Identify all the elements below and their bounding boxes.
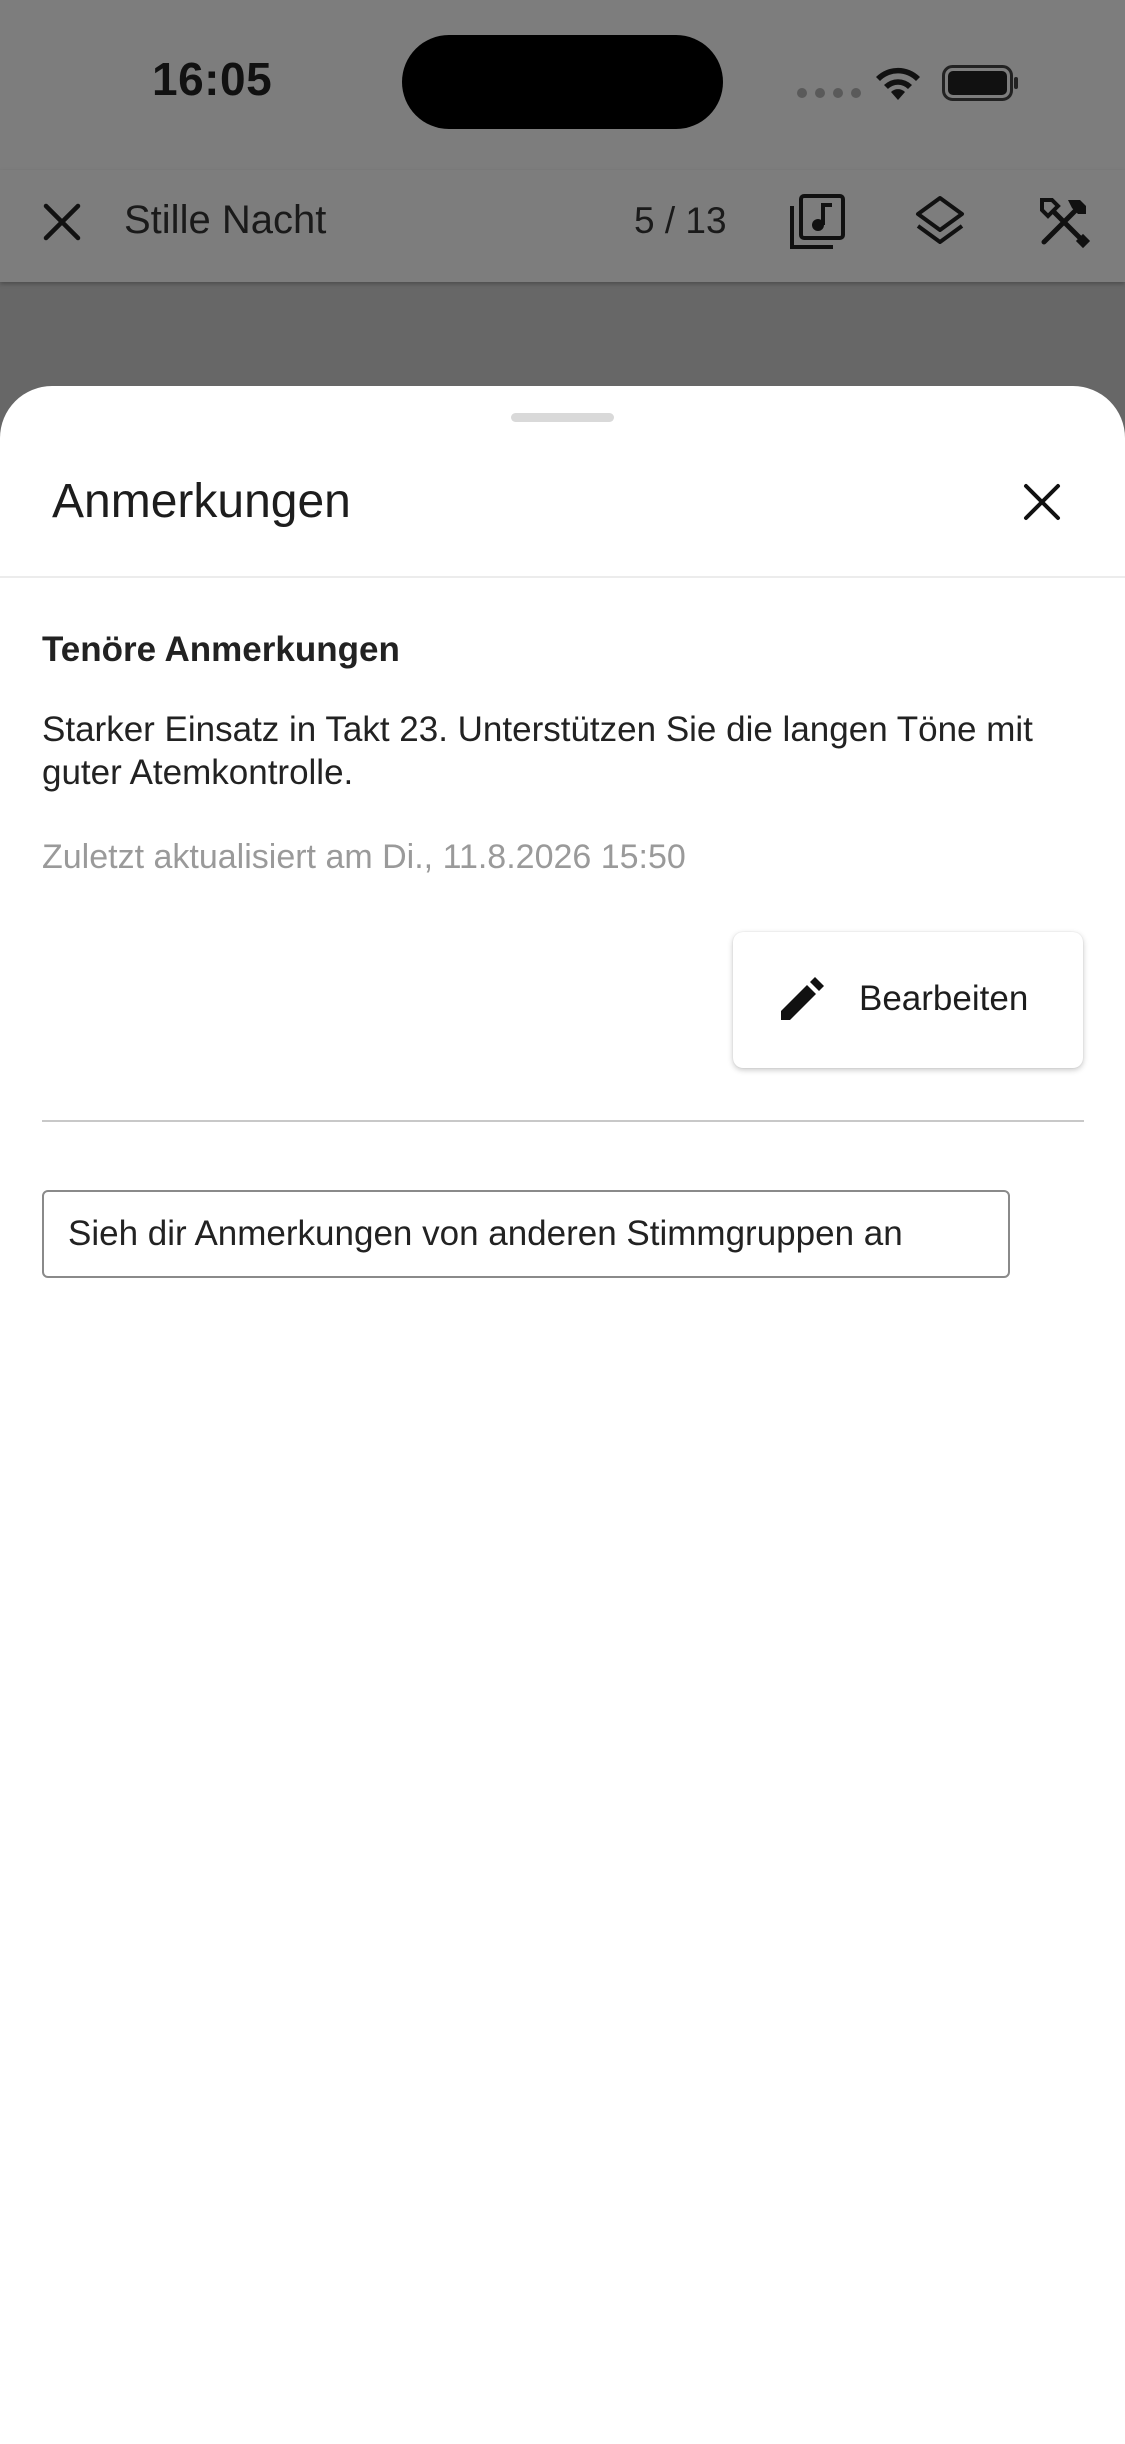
- annotation-text: Starker Einsatz in Takt 23. Unterstützen…: [42, 710, 1033, 792]
- close-icon[interactable]: [36, 196, 88, 248]
- status-bar: 16:05: [0, 0, 1125, 170]
- annotations-sheet: Anmerkungen Tenöre Anmerkungen Starker E…: [0, 386, 1125, 2444]
- battery-icon: [942, 65, 1018, 101]
- score-title: Stille Nacht: [124, 198, 327, 242]
- drag-handle[interactable]: [511, 413, 614, 422]
- cellular-signal-icon: [797, 88, 861, 98]
- edit-button[interactable]: Bearbeiten: [733, 932, 1083, 1068]
- wifi-icon: [876, 67, 920, 100]
- sheet-title: Anmerkungen: [52, 475, 351, 528]
- dynamic-island: [402, 35, 723, 129]
- app-toolbar: Stille Nacht 5 / 13: [0, 170, 1125, 282]
- page-indicator: 5 / 13: [634, 200, 727, 241]
- section-heading: Tenöre Anmerkungen: [42, 630, 400, 669]
- last-updated-text: Zuletzt aktualisiert am Di., 11.8.2026 1…: [42, 838, 686, 876]
- layers-icon[interactable]: [910, 192, 970, 252]
- music-library-icon[interactable]: [787, 192, 847, 252]
- divider: [0, 576, 1125, 578]
- tools-icon[interactable]: [1034, 192, 1094, 252]
- close-icon[interactable]: [1018, 478, 1066, 526]
- divider: [42, 1120, 1084, 1122]
- status-time: 16:05: [152, 53, 273, 105]
- edit-button-label: Bearbeiten: [859, 979, 1029, 1018]
- pencil-icon: [781, 977, 824, 1020]
- other-voice-groups-button[interactable]: Sieh dir Anmerkungen von anderen Stimmgr…: [42, 1190, 1010, 1278]
